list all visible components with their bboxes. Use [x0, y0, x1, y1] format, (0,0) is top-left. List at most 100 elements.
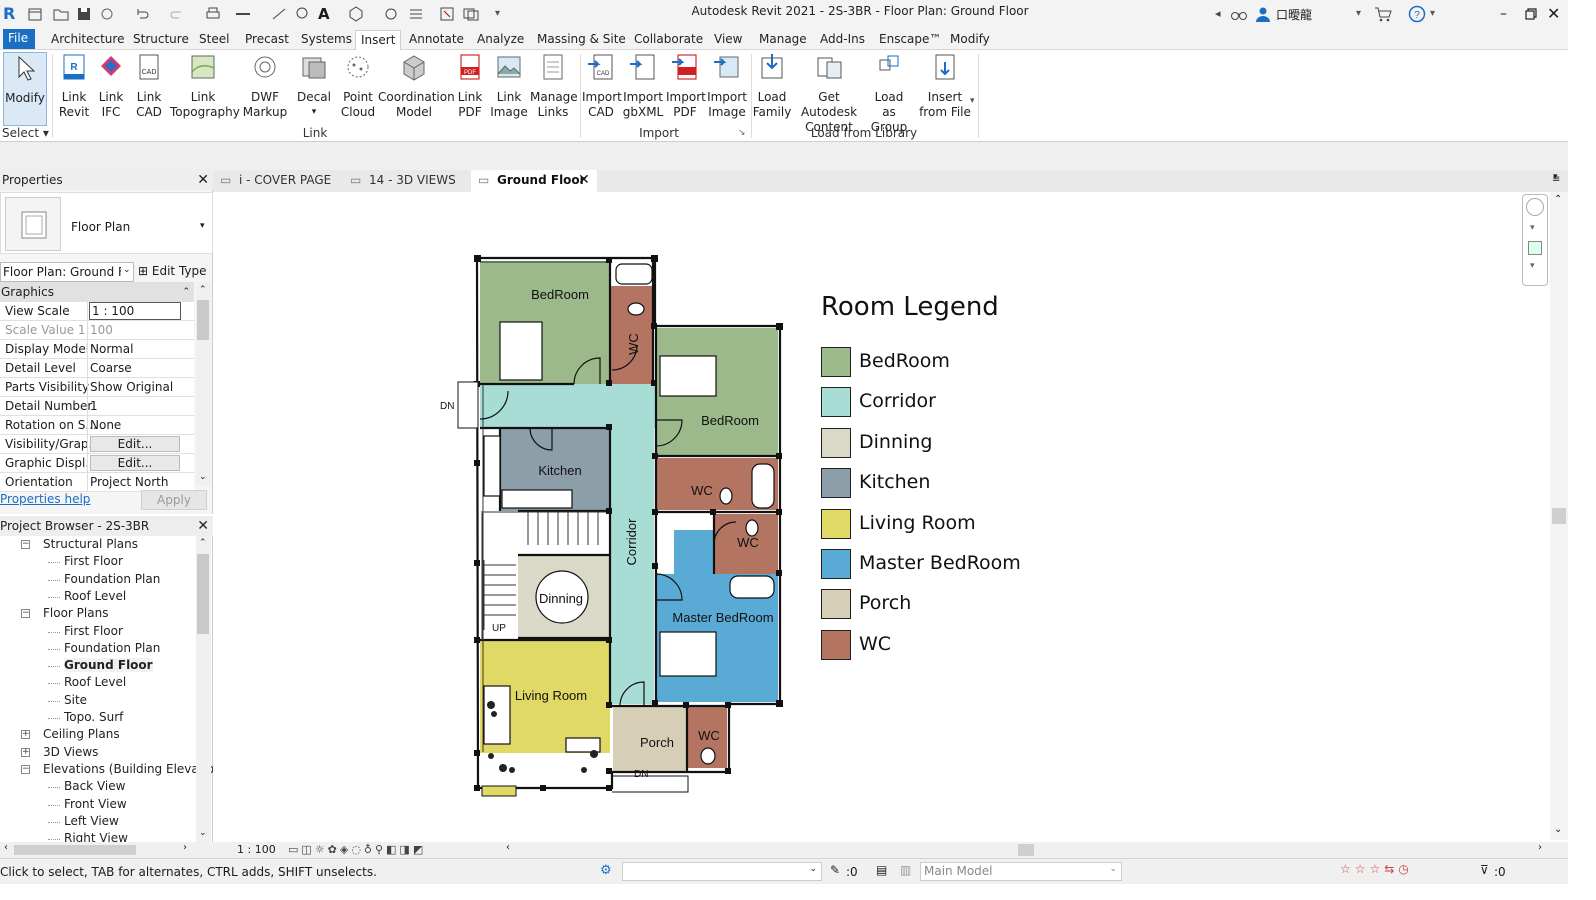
steering-wheel-icon[interactable] — [1526, 198, 1544, 216]
properties-help-link[interactable]: Properties help — [0, 492, 90, 506]
editing-requests-icon[interactable]: ✎ — [830, 863, 840, 877]
drawing-canvas[interactable]: BedRoom WC BedRoom Kitchen Corridor WC W… — [213, 192, 1550, 840]
point-cloud-button[interactable]: Point Cloud — [338, 52, 378, 120]
help-icon[interactable]: ? — [1408, 5, 1426, 23]
import-image-button[interactable]: Import Image — [706, 52, 748, 120]
canvas-scroll-down-icon[interactable]: ⌄ — [1554, 824, 1562, 835]
home-icon[interactable] — [26, 5, 44, 23]
menu-add-ins[interactable]: Add-Ins — [815, 30, 870, 50]
browser-scrollbar[interactable]: ⌃ ⌄ — [196, 536, 211, 842]
import-cad-button[interactable]: CAD Import CAD — [582, 52, 622, 120]
exclude-options-icon[interactable]: ▥ — [900, 863, 911, 877]
switch-windows-icon[interactable] — [462, 5, 480, 23]
binoculars-icon[interactable] — [1230, 5, 1248, 23]
menu-structure[interactable]: Structure — [128, 30, 194, 50]
menu-systems[interactable]: Systems — [296, 30, 357, 50]
aligned-dimension-icon[interactable] — [270, 5, 288, 23]
design-options-icon[interactable]: ▤ — [876, 863, 887, 877]
text-icon[interactable]: A — [318, 5, 336, 23]
collapse-icon[interactable]: − — [21, 540, 30, 549]
get-autodesk-content-button[interactable]: Get Autodesk Content — [792, 52, 866, 135]
canvas-vertical-scrollbar[interactable]: ≡ ⌃ ⌄ — [1550, 174, 1568, 840]
close-properties-icon[interactable]: ✕ — [197, 170, 209, 190]
graphics-section-header[interactable]: Graphics ⌃ — [0, 282, 194, 302]
save-icon[interactable] — [75, 5, 93, 23]
browser-category[interactable]: Elevations (Building Elevatio — [43, 762, 214, 776]
workset-dropdown[interactable]: ⌄ — [622, 862, 822, 881]
worksharing-icon[interactable]: ⚙ — [600, 863, 616, 879]
user-name[interactable]: 口曖龍 — [1276, 6, 1312, 23]
instance-selector[interactable]: Floor Plan: Ground Flc ⌄ — [0, 262, 134, 282]
browser-category[interactable]: 3D Views — [43, 745, 98, 759]
collapse-icon[interactable]: − — [21, 764, 30, 774]
tab-ground-floor[interactable]: ▭ Ground Floor ✕ — [471, 170, 597, 192]
manage-links-button[interactable]: Manage Links — [530, 52, 578, 120]
link-pdf-button[interactable]: PDF Link PDF — [453, 52, 487, 120]
decal-button[interactable]: Decal ▾ — [294, 52, 334, 120]
section-icon[interactable] — [382, 5, 400, 23]
browser-category[interactable]: Structural Plans — [43, 537, 138, 551]
menu-steel[interactable]: Steel — [194, 30, 234, 50]
scroll-down-icon[interactable]: ⌄ — [199, 472, 207, 482]
menu-manage[interactable]: Manage — [754, 30, 812, 50]
menu-collaborate[interactable]: Collaborate — [629, 30, 708, 50]
measure-icon[interactable] — [234, 5, 252, 23]
selection-option-icons[interactable]: ☆☆☆⇆◷ — [1340, 862, 1413, 876]
property-value[interactable]: Coarse — [90, 361, 132, 375]
collapse-icon[interactable]: − — [21, 609, 30, 619]
import-settings-launcher-icon[interactable]: ↘ — [738, 128, 746, 138]
property-edit-button[interactable]: Edit... — [90, 436, 180, 452]
browser-view-item[interactable]: Ground Floor — [64, 658, 153, 673]
property-value[interactable]: 1 — [90, 399, 98, 413]
property-value[interactable]: None — [90, 418, 121, 432]
apply-button[interactable]: Apply — [141, 490, 207, 510]
insert-dropdown-icon[interactable]: ▾ — [970, 96, 975, 106]
menu-file[interactable]: File — [3, 29, 35, 49]
browser-view-item[interactable]: First Floor — [64, 624, 123, 638]
modify-button[interactable]: Modify — [3, 52, 47, 126]
properties-scrollbar[interactable]: ⌃ ⌄ — [196, 282, 211, 486]
canvas-scroll-up-icon[interactable]: ⌃ — [1554, 194, 1562, 205]
select-group-label[interactable]: Select ▾ — [2, 126, 50, 140]
dwf-markup-button[interactable]: DWF Markup — [240, 52, 290, 120]
tag-icon[interactable] — [294, 5, 312, 23]
menu-view[interactable]: View — [709, 30, 747, 50]
browser-scroll-down-icon[interactable]: ⌄ — [199, 828, 207, 838]
revit-logo-icon[interactable]: R — [3, 5, 21, 23]
load-as-group-button[interactable]: Load as Group — [866, 52, 912, 135]
customize-qat-icon[interactable]: ▾ — [495, 5, 513, 23]
redo-icon[interactable] — [168, 5, 186, 23]
help-menu-arrow-icon[interactable]: ▾ — [1430, 5, 1448, 23]
browser-view-item[interactable]: Topo. Surf — [64, 710, 123, 724]
zoom-icon[interactable] — [1528, 241, 1542, 255]
load-family-button[interactable]: Load Family — [752, 52, 792, 120]
type-selector[interactable]: Floor Plan ▾ — [0, 192, 213, 254]
close-tab-icon[interactable]: ✕ — [578, 170, 590, 191]
zoom-dropdown-icon[interactable]: ▾ — [1530, 261, 1535, 271]
canvas-hscroll-thumb[interactable] — [1018, 844, 1034, 856]
menu-annotate[interactable]: Annotate — [404, 30, 469, 50]
link-topography-button[interactable]: Link Topography — [170, 52, 240, 120]
close-window-icon[interactable]: ✕ — [1547, 5, 1565, 23]
browser-view-item[interactable]: Foundation Plan — [64, 641, 160, 655]
browser-view-item[interactable]: Left View — [64, 814, 119, 828]
wheel-dropdown-icon[interactable]: ▾ — [1530, 223, 1535, 233]
menu-modify[interactable]: Modify — [945, 30, 995, 50]
tab-3d-views[interactable]: ▭ 14 - 3D VIEWS — [343, 170, 471, 192]
browser-view-item[interactable]: First Floor — [64, 554, 123, 568]
browser-category[interactable]: Floor Plans — [43, 606, 108, 620]
link-cad-button[interactable]: CAD Link CAD — [131, 52, 167, 120]
restore-icon[interactable] — [1522, 5, 1540, 23]
canvas-hscroll-left-icon[interactable]: ‹ — [506, 842, 510, 853]
link-revit-button[interactable]: R Link Revit — [56, 52, 92, 120]
browser-view-item[interactable]: Foundation Plan — [64, 572, 160, 586]
print-icon[interactable] — [204, 5, 222, 23]
view-control-icons[interactable]: ▭◫☼✿◈◌♁⚲◧◨◩ — [288, 843, 498, 857]
menu-precast[interactable]: Precast — [240, 30, 294, 50]
property-edit-button[interactable]: Edit... — [90, 455, 180, 471]
browser-view-item[interactable]: Roof Level — [64, 589, 126, 603]
browser-scroll-thumb[interactable] — [197, 554, 209, 634]
link-image-button[interactable]: Link Image — [490, 52, 528, 120]
cart-icon[interactable] — [1374, 5, 1392, 23]
edit-type-button[interactable]: ⊞ Edit Type — [138, 262, 207, 282]
